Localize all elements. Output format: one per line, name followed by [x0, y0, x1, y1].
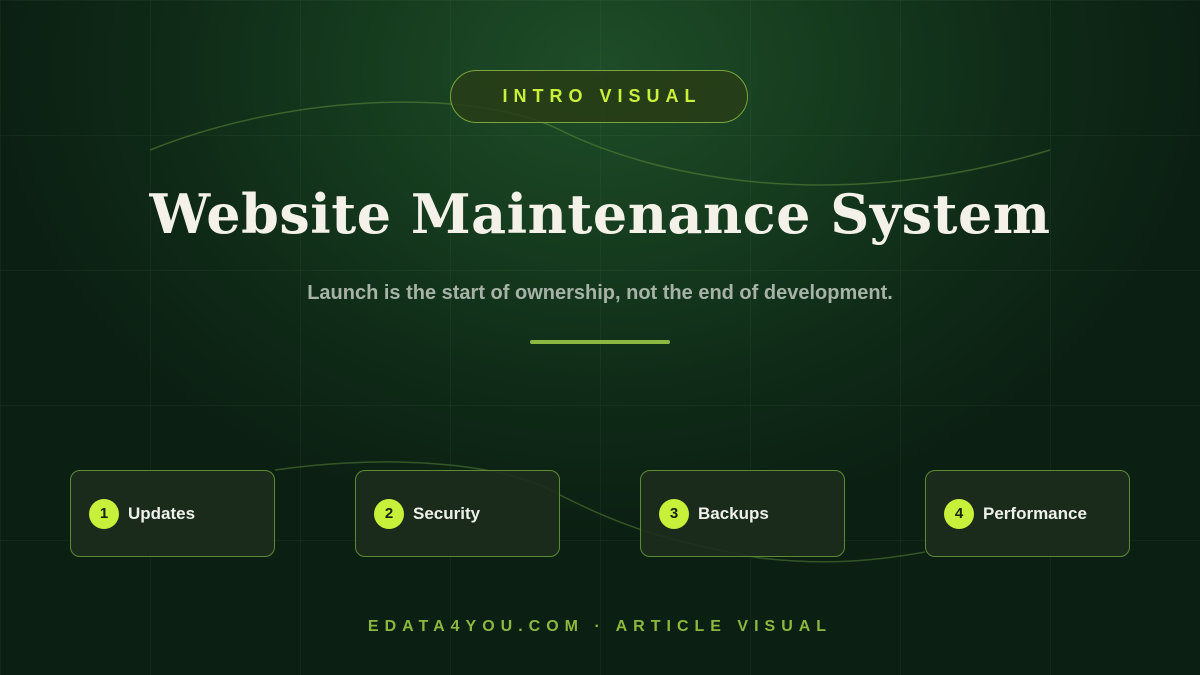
footer-credit: EDATA4YOU.COM · ARTICLE VISUAL — [367, 618, 833, 635]
title-divider — [530, 340, 670, 344]
step-card-performance: 4 Performance — [925, 470, 1130, 557]
page-title: Website Maintenance System — [149, 182, 1051, 246]
step-label: Security — [413, 503, 481, 523]
step-card-updates: 1 Updates — [70, 470, 275, 557]
step-number-badge: 1 — [89, 498, 119, 529]
step-number-badge: 4 — [944, 498, 974, 529]
step-label: Backups — [698, 503, 769, 523]
step-label: Updates — [128, 503, 196, 523]
intro-visual-label: INTRO VISUAL — [502, 86, 702, 106]
step-label: Performance — [983, 503, 1087, 523]
step-number-badge: 2 — [374, 498, 404, 529]
intro-visual-badge: INTRO VISUAL — [450, 70, 748, 123]
step-card-security: 2 Security — [355, 470, 560, 557]
step-card-backups: 3 Backups — [640, 470, 845, 557]
page-subtitle: Launch is the start of ownership, not th… — [307, 282, 893, 304]
step-number-badge: 3 — [659, 498, 689, 529]
